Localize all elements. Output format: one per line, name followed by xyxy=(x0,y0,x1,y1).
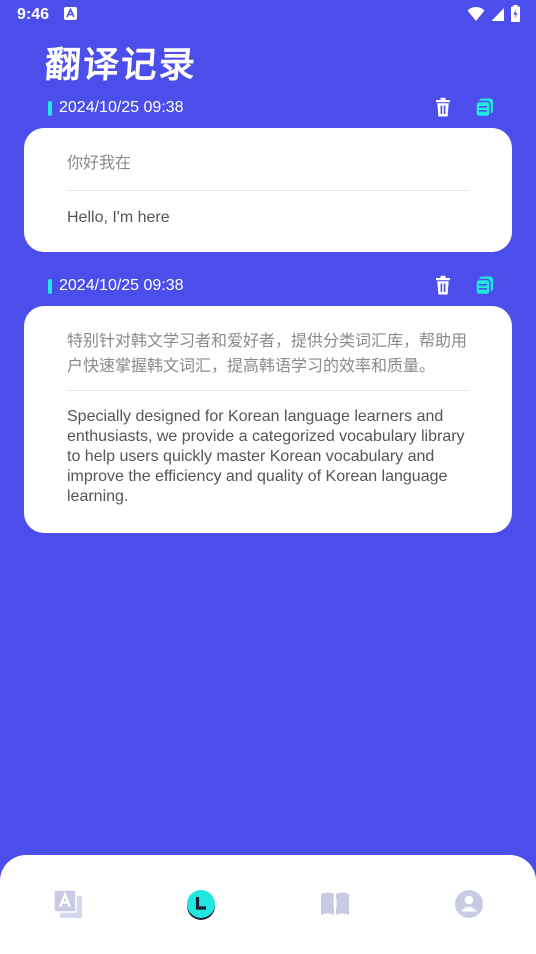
translation-text: Hello, I'm here xyxy=(67,209,170,226)
history-clock-icon[interactable] xyxy=(183,886,219,922)
delete-icon[interactable] xyxy=(433,97,453,119)
record-header: 2024/10/25 09:38 xyxy=(48,275,508,299)
battery-icon xyxy=(511,5,520,22)
translate-icon[interactable] xyxy=(50,886,86,922)
status-bar: 9:46 xyxy=(0,0,536,30)
bottom-nav xyxy=(0,855,536,954)
status-icons xyxy=(467,5,520,22)
translation-card[interactable]: 特别针对韩文学习者和爱好者，提供分类词汇库，帮助用户快速掌握韩文词汇，提高韩语学… xyxy=(24,306,512,533)
copy-icon[interactable] xyxy=(474,97,496,119)
date-marker xyxy=(48,279,52,294)
copy-icon[interactable] xyxy=(474,275,496,297)
translation-card[interactable]: 你好我在 Hello, I'm here xyxy=(24,128,512,252)
date-marker xyxy=(48,101,52,116)
delete-icon[interactable] xyxy=(433,275,453,297)
record-header: 2024/10/25 09:38 xyxy=(48,97,508,121)
record-date: 2024/10/25 09:38 xyxy=(59,99,184,116)
profile-icon[interactable] xyxy=(451,886,487,922)
app-notification-icon xyxy=(64,7,77,20)
cellular-signal-icon xyxy=(491,7,504,21)
source-text: 你好我在 xyxy=(67,155,132,172)
page-title: 翻译记录 xyxy=(43,45,199,86)
wifi-icon xyxy=(467,6,485,21)
book-icon[interactable] xyxy=(317,886,353,922)
status-time: 9:46 xyxy=(17,6,50,23)
translation-text: Specially designed for Korean language l… xyxy=(67,408,465,505)
record-date: 2024/10/25 09:38 xyxy=(59,277,184,294)
source-text: 特别针对韩文学习者和爱好者，提供分类词汇库，帮助用户快速掌握韩文词汇，提高韩语学… xyxy=(67,333,468,375)
